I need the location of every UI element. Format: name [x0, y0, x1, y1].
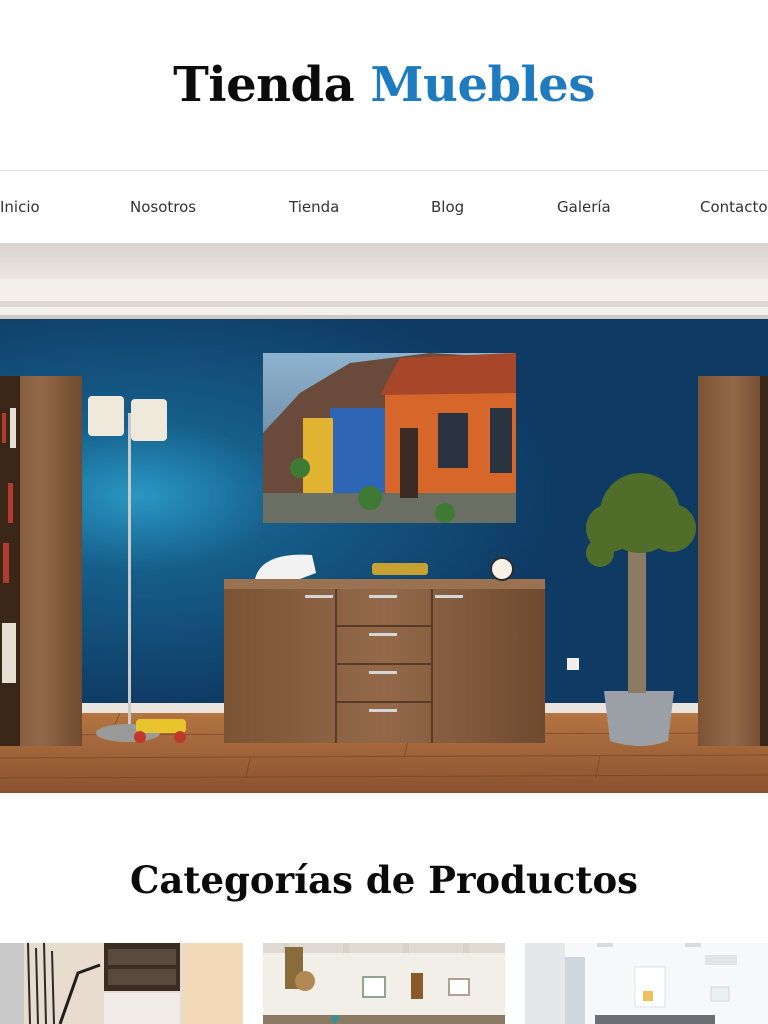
nav-item-blog[interactable]: Blog — [431, 198, 464, 216]
nav-item-galeria[interactable]: Galería — [557, 198, 611, 216]
category-image-dining — [263, 943, 505, 1024]
logo-word-tienda: Tienda — [173, 57, 355, 113]
site-logo[interactable]: Tienda Muebles — [173, 57, 595, 113]
nav-item-inicio[interactable]: Inicio — [0, 198, 40, 216]
nav-item-contacto[interactable]: Contacto — [700, 198, 768, 216]
main-nav: Inicio Nosotros Tienda Blog Galería Cont… — [0, 170, 768, 243]
category-card-office[interactable] — [0, 943, 243, 1024]
hero-living-room-image — [0, 243, 768, 793]
nav-item-nosotros[interactable]: Nosotros — [130, 198, 196, 216]
category-card-living[interactable] — [525, 943, 768, 1024]
category-card-dining[interactable] — [263, 943, 505, 1024]
logo-word-muebles: Muebles — [370, 57, 595, 113]
site-header: Tienda Muebles — [0, 0, 768, 170]
category-image-office — [0, 943, 243, 1024]
categories-title: Categorías de Productos — [129, 858, 639, 902]
nav-item-tienda[interactable]: Tienda — [289, 198, 339, 216]
category-image-living — [525, 943, 768, 1024]
hero-banner — [0, 243, 768, 793]
category-grid — [0, 943, 768, 1024]
